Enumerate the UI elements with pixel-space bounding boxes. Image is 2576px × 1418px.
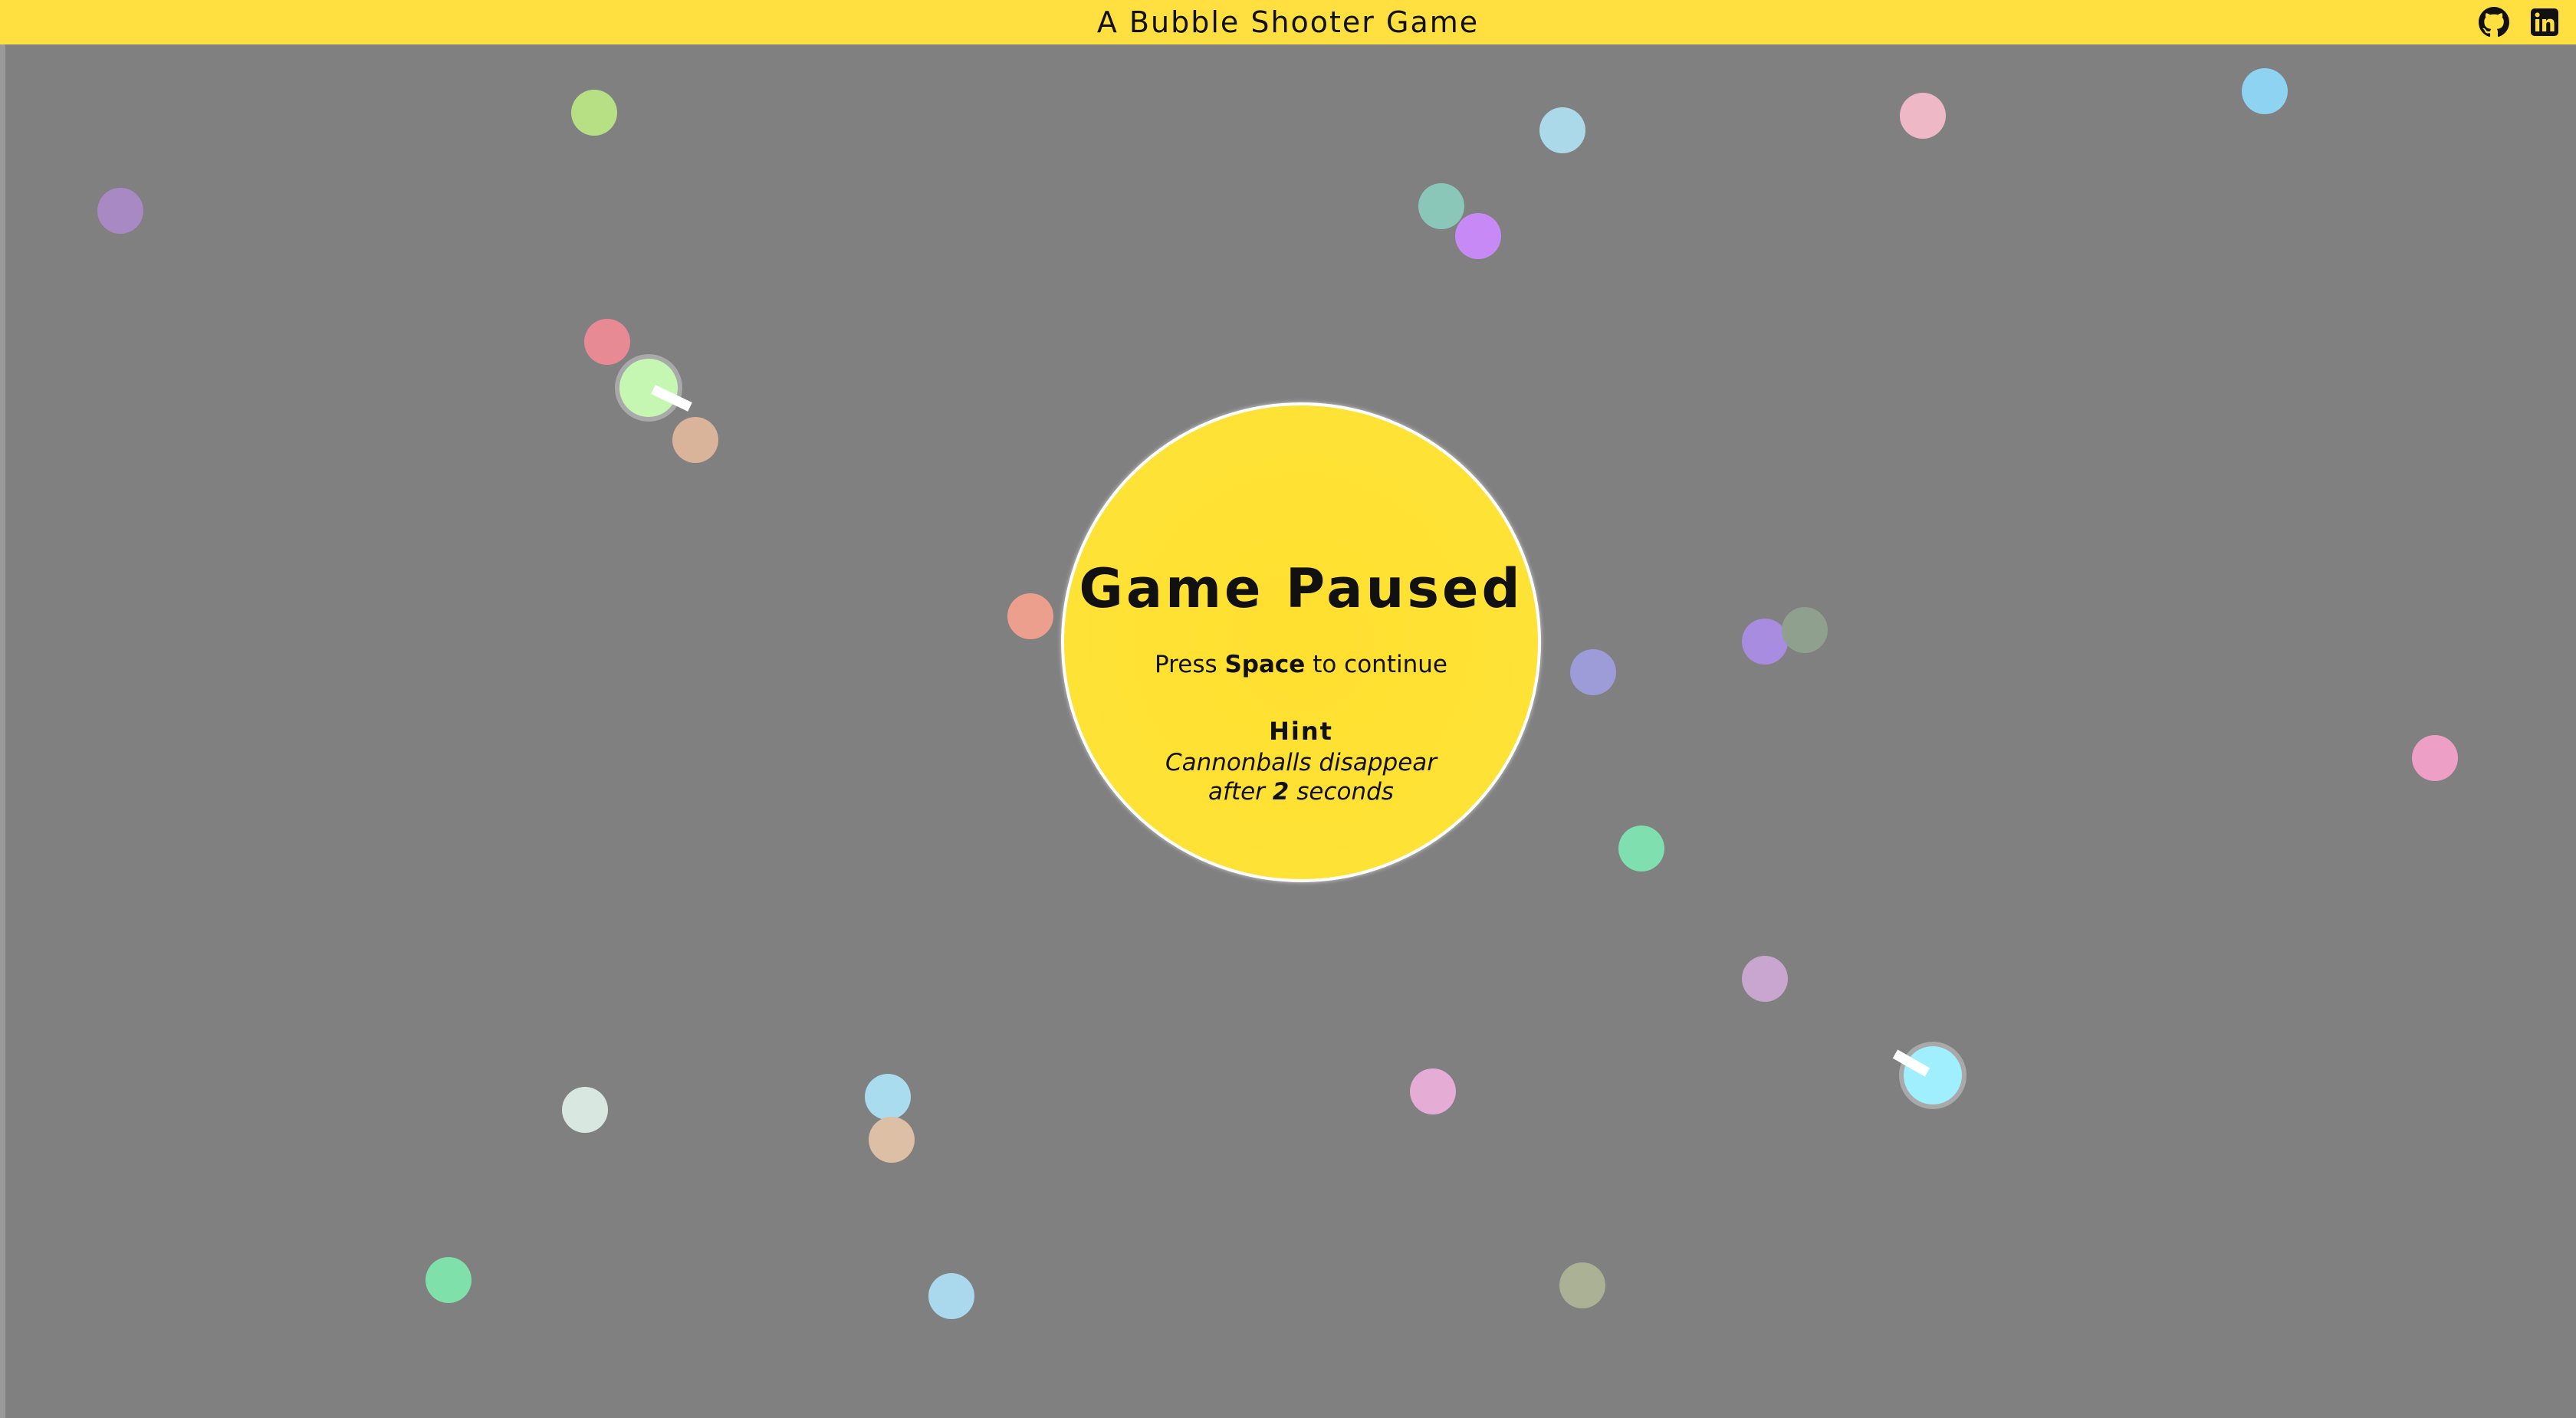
bubble xyxy=(1418,183,1464,229)
bubble xyxy=(562,1087,608,1133)
pause-title: Game Paused xyxy=(1079,557,1523,620)
cannon-body xyxy=(619,359,678,417)
linkedin-icon[interactable] xyxy=(2529,7,2560,38)
hint-text: Cannonballs disappear after 2 seconds xyxy=(1064,748,1538,806)
bubble xyxy=(865,1074,911,1120)
cannon-body xyxy=(1904,1046,1962,1105)
bubble xyxy=(1410,1068,1456,1114)
hint-seconds-value: 2 xyxy=(1272,778,1290,806)
hint-line-2: after 2 seconds xyxy=(1064,777,1538,806)
bubble xyxy=(869,1117,915,1163)
bubble xyxy=(584,319,630,365)
bubble xyxy=(1618,826,1664,871)
hint-line-2-suffix: seconds xyxy=(1296,778,1394,806)
bubble xyxy=(1455,213,1501,259)
bubble xyxy=(1742,619,1788,665)
bubble xyxy=(97,188,143,234)
bubble xyxy=(928,1273,974,1319)
header-bar: A Bubble Shooter Game xyxy=(0,0,2576,44)
bubble xyxy=(1742,956,1788,1002)
pause-dialog: Game Paused Press Space to continue Hint… xyxy=(1061,402,1541,882)
player-cannon xyxy=(615,354,692,422)
bubble xyxy=(672,417,718,463)
bubble xyxy=(1539,107,1585,153)
instruction-suffix: to continue xyxy=(1313,651,1447,678)
instruction-prefix: Press xyxy=(1155,651,1217,678)
hint-heading: Hint xyxy=(1269,717,1333,746)
bubble xyxy=(1007,593,1053,639)
bubble xyxy=(1782,607,1828,653)
instruction-key: Space xyxy=(1224,651,1306,678)
hint-line-1: Cannonballs disappear xyxy=(1165,749,1438,776)
page-title: A Bubble Shooter Game xyxy=(1096,5,1480,39)
game-screen: A Bubble Shooter Game Game Paused Press … xyxy=(0,0,2576,1418)
enemy-cannon xyxy=(1892,1042,1967,1109)
bubble xyxy=(2242,68,2288,114)
bubble xyxy=(426,1257,472,1303)
bubble xyxy=(1559,1262,1605,1308)
bubble xyxy=(2412,735,2458,781)
resume-instruction: Press Space to continue xyxy=(1064,649,1538,680)
hint-line-2-prefix: after xyxy=(1208,778,1265,806)
bubble xyxy=(571,90,617,136)
github-icon[interactable] xyxy=(2479,7,2509,38)
bubble xyxy=(1570,649,1616,695)
bubble xyxy=(1900,93,1946,139)
